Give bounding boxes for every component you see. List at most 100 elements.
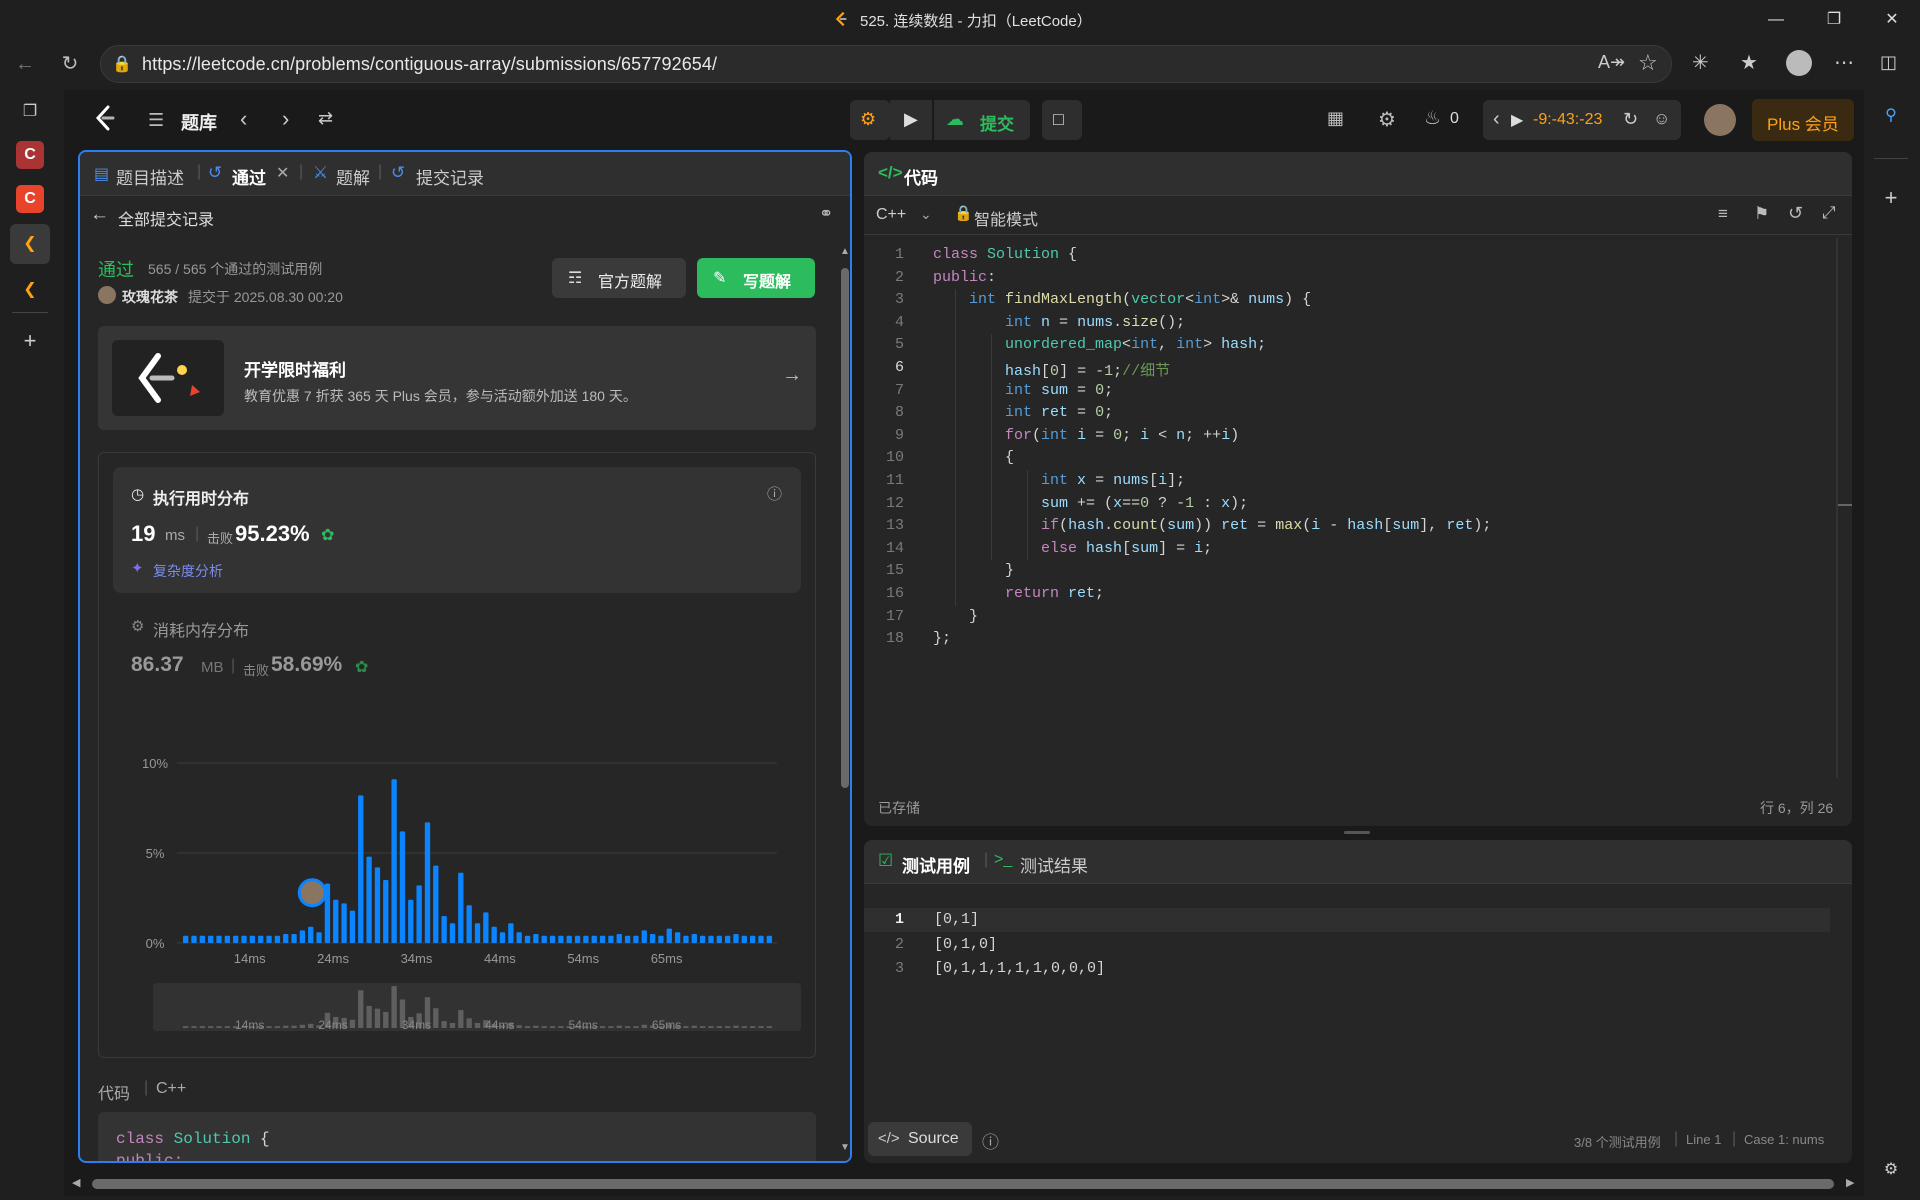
testcase-line[interactable]: 2 [0,1,0]: [864, 934, 1824, 956]
scroll-up-icon[interactable]: ▲: [840, 246, 850, 260]
share-link-icon[interactable]: ⚭: [819, 204, 833, 224]
code-line[interactable]: 11 int x = nums[i];: [864, 470, 1824, 492]
favorites-icon[interactable]: ★: [1740, 50, 1758, 75]
timer-play-icon[interactable]: ▶: [1511, 110, 1523, 130]
extensions-icon[interactable]: ✳: [1692, 50, 1709, 75]
chart-bar[interactable]: [641, 930, 647, 943]
chart-bar[interactable]: [483, 912, 489, 943]
chart-bar[interactable]: [449, 923, 456, 943]
all-submissions-link[interactable]: 全部提交记录: [118, 206, 214, 230]
code-line[interactable]: 2 public:: [864, 267, 1824, 289]
tab-testcases[interactable]: 测试用例: [902, 852, 970, 877]
complexity-link[interactable]: 复杂度分析: [153, 561, 223, 581]
chart-bar[interactable]: [508, 923, 514, 943]
panel-resize-handle[interactable]: [1344, 831, 1370, 834]
chart-bar[interactable]: [399, 831, 406, 943]
timer-widget[interactable]: ‹ ▶ -9:-43:-23 ↻ ☺: [1483, 100, 1681, 140]
info-icon[interactable]: ⓘ: [767, 483, 782, 504]
chart-bar[interactable]: [474, 923, 481, 943]
editor-tab-code[interactable]: 代码: [904, 164, 938, 189]
chart-bar[interactable]: [749, 935, 756, 943]
settings-gear-icon[interactable]: ⚙: [1877, 1156, 1905, 1184]
notes-button[interactable]: □: [1042, 100, 1082, 140]
chart-bar[interactable]: [216, 935, 222, 943]
lock-icon[interactable]: 🔒: [112, 54, 132, 74]
fullscreen-icon[interactable]: ⤢: [1822, 203, 1836, 223]
streak-fire-icon[interactable]: ♨: [1424, 107, 1441, 130]
sidebar-leetcode-icon[interactable]: ❮: [16, 230, 44, 258]
chart-bar[interactable]: [516, 932, 522, 943]
write-solution-button[interactable]: ✎ 写题解: [697, 258, 815, 298]
chart-bar[interactable]: [549, 935, 556, 943]
chart-bar[interactable]: [358, 795, 364, 943]
chart-bar[interactable]: [283, 934, 289, 943]
reset-icon[interactable]: ↺: [1788, 203, 1803, 224]
chart-bar[interactable]: [249, 935, 256, 943]
chart-bar[interactable]: [191, 935, 197, 943]
hscroll-thumb[interactable]: [92, 1179, 1834, 1189]
code-line[interactable]: 3 int findMaxLength(vector<int>& nums) {: [864, 289, 1824, 311]
code-line[interactable]: 10 {: [864, 447, 1824, 469]
chart-bar[interactable]: [733, 934, 739, 943]
chart-bar[interactable]: [566, 935, 572, 943]
layout-icon[interactable]: ▦: [1327, 108, 1344, 129]
restore-button[interactable]: ❐: [1820, 6, 1848, 34]
bookmark-icon[interactable]: ⚑: [1754, 204, 1769, 224]
chart-bar[interactable]: [424, 822, 431, 943]
url-text[interactable]: https://leetcode.cn/problems/contiguous-…: [142, 54, 717, 75]
code-line[interactable]: 16 return ret;: [864, 583, 1824, 605]
chart-bar[interactable]: [683, 935, 689, 943]
prev-problem-icon[interactable]: ‹: [240, 106, 247, 132]
chart-bar[interactable]: [658, 935, 664, 943]
chart-bar[interactable]: [499, 932, 506, 943]
code-line[interactable]: 18};: [864, 628, 1824, 650]
chart-bar[interactable]: [699, 935, 706, 943]
chart-bar[interactable]: [541, 935, 547, 943]
chart-bar[interactable]: [766, 935, 772, 943]
chart-bar[interactable]: [199, 935, 206, 943]
chart-bar[interactable]: [708, 935, 714, 943]
chart-bar[interactable]: [291, 934, 297, 943]
refresh-icon[interactable]: ↻: [55, 49, 85, 79]
settings-icon[interactable]: ⚙: [1378, 107, 1396, 132]
random-problem-icon[interactable]: ⇄: [318, 108, 333, 129]
language-select[interactable]: C++: [876, 206, 906, 224]
chart-bar[interactable]: [724, 935, 731, 943]
code-line[interactable]: 4 int n = nums.size();: [864, 312, 1824, 334]
code-line[interactable]: 1 class Solution {: [864, 244, 1824, 266]
new-tab-icon[interactable]: +: [16, 327, 44, 355]
chart-bar[interactable]: [583, 935, 589, 943]
format-icon[interactable]: ≡: [1718, 204, 1728, 224]
timer-reset-icon[interactable]: ↻: [1623, 109, 1638, 130]
chart-bar[interactable]: [341, 903, 347, 943]
chart-bar[interactable]: [758, 935, 764, 943]
chart-bar[interactable]: [741, 935, 747, 943]
chart-bar[interactable]: [624, 935, 631, 943]
code-line[interactable]: 5 unordered_map<int, int> hash;: [864, 334, 1824, 356]
chart-bar[interactable]: [274, 935, 281, 943]
chart-bar[interactable]: [383, 880, 389, 943]
chart-bar[interactable]: [408, 899, 414, 943]
profile-avatar[interactable]: [1786, 50, 1812, 76]
chart-bar[interactable]: [308, 926, 314, 943]
tab-actions-icon[interactable]: ❐: [16, 98, 44, 126]
chart-bar[interactable]: [491, 926, 497, 943]
memory-box[interactable]: ⚙ 消耗内存分布 86.37 MB | 击败 58.69% ✿: [113, 607, 801, 697]
help-icon[interactable]: ⓘ: [982, 1128, 999, 1153]
code-line[interactable]: 17 }: [864, 606, 1824, 628]
chart-bar[interactable]: [633, 935, 639, 943]
next-problem-icon[interactable]: ›: [282, 106, 289, 132]
scroll-right-icon[interactable]: ▶: [1846, 1176, 1854, 1189]
promo-banner[interactable]: 开学限时福利 教育优惠 7 折获 365 天 Plus 会员，参与活动额外加送 …: [98, 326, 816, 430]
tab-submissions[interactable]: 提交记录: [416, 164, 484, 189]
runtime-distribution-chart[interactable]: 10% 5% 0% 14ms 24ms 34ms 44ms 54ms 65ms 14ms 24ms 3…: [99, 733, 815, 1053]
author-name[interactable]: 玫瑰花茶: [122, 287, 178, 307]
chart-bar[interactable]: [349, 910, 356, 943]
scroll-thumb[interactable]: [841, 268, 849, 788]
list-icon[interactable]: ☰: [148, 110, 164, 131]
tab-solutions[interactable]: 题解: [336, 164, 370, 189]
scroll-down-icon[interactable]: ▼: [840, 1142, 850, 1156]
add-friend-icon[interactable]: ☺: [1653, 109, 1670, 129]
runtime-box[interactable]: ◷ 执行用时分布 ⓘ 19 ms | 击败 95.23% ✿ ✦ 复杂度分析: [113, 467, 801, 593]
chart-bar[interactable]: [208, 935, 214, 943]
